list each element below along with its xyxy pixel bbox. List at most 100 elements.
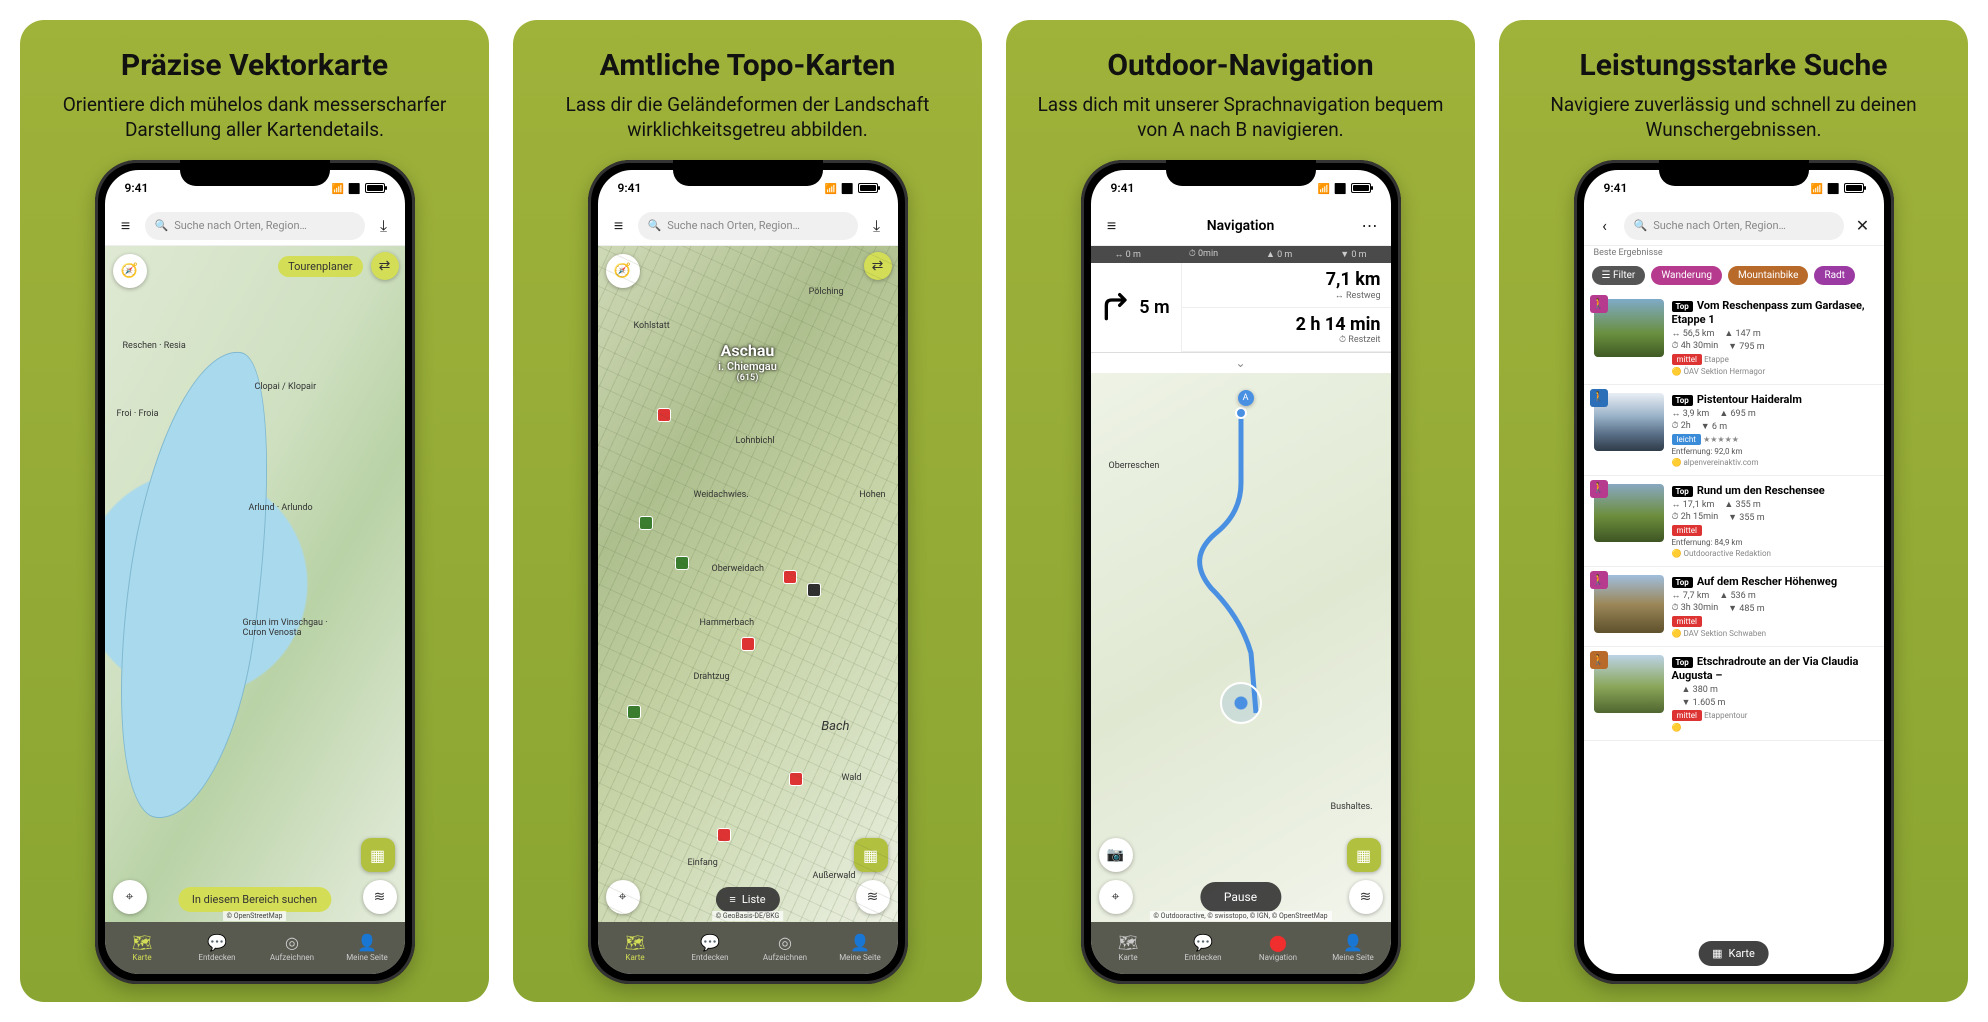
search-placeholder: Suche nach Orten, Region… [1653, 219, 1786, 232]
map-label: Außerwald [813, 871, 856, 881]
list-item[interactable]: 🚶 TopAuf dem Rescher Höhenweg ↔ 7,7 km▲ … [1584, 567, 1884, 647]
list-item[interactable]: 🚶 TopEtschradroute an der Via Claudia Au… [1584, 647, 1884, 740]
locate-button[interactable]: ⌖ [1099, 880, 1133, 914]
route-icon[interactable]: ⇄ [864, 252, 892, 280]
tab-aufzeichnen[interactable]: ◎Aufzeichnen [748, 922, 823, 974]
filter-chip[interactable]: ☰ Filter [1592, 266, 1646, 285]
map-attribution: © Outdooractive, © swisstopo, © IGN, © O… [1149, 911, 1331, 921]
profile-icon: 👤 [850, 935, 870, 951]
tab-meine-seite[interactable]: 👤Meine Seite [823, 922, 898, 974]
liste-button[interactable]: ≡ Liste [715, 887, 779, 912]
map-label: Oberweidach [712, 564, 765, 574]
status-time: 9:41 [1111, 181, 1135, 195]
layers-button[interactable]: ≋ [1349, 880, 1383, 914]
map-style-button[interactable]: ▦ [361, 838, 395, 872]
poi-marker[interactable] [718, 829, 730, 841]
result-title: TopEtschradroute an der Via Claudia Augu… [1672, 655, 1874, 681]
filter-chip[interactable]: Radt [1814, 266, 1855, 285]
drag-handle[interactable]: ⌄ [1091, 353, 1391, 373]
result-thumb: 🚶 [1594, 575, 1664, 633]
topo-map-view[interactable]: Aschau i. Chiemgau (615) Pölching Kohlst… [598, 246, 898, 922]
map-label: Bushaltes. [1331, 802, 1373, 812]
route-start: A [1238, 390, 1254, 406]
search-placeholder: Suche nach Orten, Region… [174, 219, 307, 232]
phone-notch [1166, 160, 1316, 186]
tab-entdecken[interactable]: 💬Entdecken [180, 922, 255, 974]
turn-distance: 5 m [1139, 297, 1169, 318]
compass-button[interactable]: 🧭 [606, 254, 640, 288]
search-input[interactable]: 🔍 Suche nach Orten, Region… [145, 212, 365, 240]
layers-button[interactable]: ≋ [856, 880, 890, 914]
map-label: Hammerbach [700, 618, 755, 628]
poi-marker[interactable] [784, 571, 796, 583]
screenshot-card-1: Präzise Vektorkarte Orientiere dich mühe… [20, 20, 489, 1002]
list-item[interactable]: 🚶 TopVom Reschenpass zum Gardasee, Etapp… [1584, 291, 1884, 384]
poi-marker[interactable] [658, 409, 670, 421]
route-icon[interactable]: ⇄ [371, 252, 399, 280]
locate-button[interactable]: ⌖ [113, 880, 147, 914]
nav-map-view[interactable]: A Oberreschen Bushaltes. 📷 ▦ ⌖ ≋ Pause ©… [1091, 373, 1391, 922]
pause-button[interactable]: Pause [1200, 882, 1281, 912]
poi-marker[interactable] [628, 706, 640, 718]
poi-marker[interactable] [742, 638, 754, 650]
layers-button[interactable]: ≋ [363, 880, 397, 914]
menu-button[interactable]: ≡ [115, 215, 137, 237]
tab-meine-seite[interactable]: 👤Meine Seite [1316, 922, 1391, 974]
map-style-button[interactable]: ▦ [1347, 838, 1381, 872]
menu-button[interactable]: ≡ [608, 215, 630, 237]
camera-button[interactable]: 📷 [1099, 838, 1133, 872]
signal-icon [1318, 181, 1330, 195]
map-view[interactable]: Reschen · Resia Froi · Froia Clopai / Kl… [105, 246, 405, 922]
map-icon: 🗺 [625, 935, 645, 951]
karte-button[interactable]: ▦ Karte [1698, 941, 1769, 966]
result-thumb: 🚶 [1594, 655, 1664, 713]
tab-aufzeichnen[interactable]: ◎Aufzeichnen [255, 922, 330, 974]
result-title: TopVom Reschenpass zum Gardasee, Etappe … [1672, 299, 1874, 325]
result-thumb: 🚶 [1594, 484, 1664, 542]
tourenplaner-chip[interactable]: Tourenplaner [278, 256, 362, 277]
map-label: Kohlstatt [634, 321, 670, 331]
map-label: Hohen [859, 490, 885, 500]
options-button[interactable]: ⋯ [1359, 215, 1381, 237]
remaining-distance: 7,1 km [1192, 269, 1381, 290]
map-label: Lohnbichl [736, 436, 775, 446]
map-label: Oberreschen [1109, 461, 1160, 471]
result-source: 🟡 [1672, 723, 1874, 732]
download-button[interactable]: ⤓ [373, 215, 395, 237]
search-input[interactable]: 🔍Suche nach Orten, Region… [1624, 212, 1844, 240]
back-button[interactable]: ‹ [1594, 215, 1616, 237]
tab-entdecken[interactable]: 💬Entdecken [673, 922, 748, 974]
compass-button[interactable]: 🧭 [113, 254, 147, 288]
tab-karte[interactable]: 🗺Karte [598, 922, 673, 974]
tab-karte[interactable]: 🗺Karte [1091, 922, 1166, 974]
download-button[interactable]: ⤓ [866, 215, 888, 237]
poi-marker[interactable] [790, 773, 802, 785]
phone-mock: 9:41 ‹ 🔍Suche nach Orten, Region… ✕ Best… [1574, 160, 1894, 984]
map-label: Wald [842, 773, 862, 783]
map-style-button[interactable]: ▦ [854, 838, 888, 872]
poi-marker[interactable] [640, 517, 652, 529]
poi-marker[interactable] [676, 557, 688, 569]
profile-icon: 👤 [357, 935, 377, 951]
menu-button[interactable]: ≡ [1101, 215, 1123, 237]
filter-chip[interactable]: Wanderung [1651, 266, 1722, 285]
tab-meine-seite[interactable]: 👤Meine Seite [330, 922, 405, 974]
map-attribution: © OpenStreetMap [223, 911, 287, 921]
locate-button[interactable]: ⌖ [606, 880, 640, 914]
best-results-label: Beste Ergebnisse [1584, 246, 1884, 260]
tab-navigation[interactable]: ⬤Navigation [1241, 922, 1316, 974]
tab-karte[interactable]: 🗺Karte [105, 922, 180, 974]
filter-chip[interactable]: Mountainbike [1728, 266, 1808, 285]
poi-marker[interactable] [808, 584, 820, 596]
lake-shape [105, 341, 293, 828]
search-input[interactable]: 🔍Suche nach Orten, Region… [638, 212, 858, 240]
map-label: Bach [821, 719, 849, 734]
wifi-icon [841, 181, 853, 195]
tab-entdecken[interactable]: 💬Entdecken [1166, 922, 1241, 974]
close-button[interactable]: ✕ [1852, 215, 1874, 237]
list-item[interactable]: 🚶 TopRund um den Reschensee ↔ 17,1 km▲ 3… [1584, 476, 1884, 567]
category-badge: 🚶 [1590, 389, 1608, 407]
list-item[interactable]: 🚶 TopPistentour Haideralm ↔ 3,9 km▲ 695 … [1584, 385, 1884, 476]
map-label: Clopai / Klopair [255, 382, 317, 392]
search-area-button[interactable]: In diesem Bereich suchen [178, 887, 331, 912]
